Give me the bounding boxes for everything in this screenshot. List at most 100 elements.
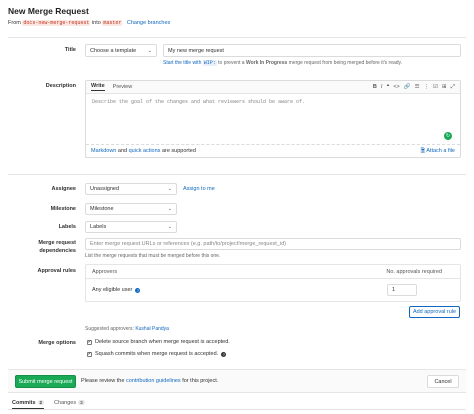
template-dropdown[interactable]: Choose a template ⌄ <box>85 44 157 57</box>
assignee-dropdown[interactable]: Unassigned ⌄ <box>85 183 177 195</box>
approval-rules-table: Approvers No. approvals required Any eli… <box>85 264 461 302</box>
formatting-toolbar: B I ❝ <> 🔗 ☰ ⋮ ☑ ⊞ ⤢ <box>369 84 455 91</box>
source-branch: docs-new-merge-request <box>22 20 91 26</box>
title-input[interactable]: My new merge request <box>163 44 461 57</box>
link-icon[interactable]: 🔗 <box>404 84 411 91</box>
task-list-icon[interactable]: ☑ <box>433 84 438 91</box>
suggested-approver-link[interactable]: Kushal Pandya <box>135 326 169 332</box>
footer-supported: are supported <box>161 148 196 154</box>
title-hint-mid: to prevent a <box>218 60 245 66</box>
tab-changes-label: Changes <box>54 400 77 406</box>
labels-dropdown[interactable]: Labels ⌄ <box>85 221 177 233</box>
tab-changes-count: 3 <box>78 400 85 405</box>
assignee-label: Assignee <box>51 186 76 192</box>
approvals-required-input[interactable]: 1 <box>387 284 417 296</box>
grammar-check-icon[interactable]: ↻ <box>444 132 452 140</box>
approval-table-header: Approvers No. approvals required <box>86 265 460 279</box>
milestone-value: Milestone <box>90 206 114 212</box>
dependencies-input[interactable]: Enter merge request URLs or references (… <box>85 238 461 250</box>
tab-preview[interactable]: Preview <box>113 84 133 90</box>
quote-icon[interactable]: ❝ <box>386 84 389 91</box>
table-icon[interactable]: ⊞ <box>442 84 447 91</box>
contribution-guidelines-link[interactable]: contribution guidelines <box>126 378 181 384</box>
template-dropdown-label: Choose a template <box>90 47 137 54</box>
merge-options-label: Merge options <box>38 340 76 346</box>
col-approvers: Approvers <box>92 268 118 275</box>
submit-merge-request-button[interactable]: Submit merge request <box>15 375 76 388</box>
chevron-down-icon: ⌄ <box>147 47 152 54</box>
labels-label: Labels <box>58 224 76 230</box>
dependencies-label-line1: Merge request <box>38 240 76 246</box>
checkbox-checked-icon[interactable]: ✔ <box>87 351 92 357</box>
bold-icon[interactable]: B <box>373 84 377 91</box>
dependencies-label-line2: dependencies <box>39 248 76 254</box>
squash-commits-label: Squash commits when merge request is acc… <box>95 351 219 357</box>
delete-branch-option[interactable]: ✔ Delete source branch when merge reques… <box>87 339 230 345</box>
numbered-list-icon[interactable]: ⋮ <box>424 84 430 91</box>
dependencies-hint: List the merge requests that must be mer… <box>85 253 221 259</box>
note-prefix: Please review the <box>81 378 125 384</box>
attach-file-button[interactable]: 🗎 Attach a file <box>421 147 455 156</box>
title-hint-bold: Work In Progress <box>245 60 288 66</box>
tab-commits[interactable]: Commits 2 <box>12 399 45 409</box>
title-hint-link[interactable]: Start the title with <box>163 60 201 66</box>
code-icon[interactable]: <> <box>393 84 399 91</box>
editor-toolbar: Write Preview B I ❝ <> 🔗 ☰ ⋮ ☑ ⊞ ⤢ <box>86 81 460 94</box>
branch-line: From docs-new-merge-request into master … <box>8 20 170 26</box>
header-divider <box>8 37 466 38</box>
editor-footer: Markdown and quick actions are supported… <box>86 144 460 157</box>
delete-branch-label: Delete source branch when merge request … <box>95 339 230 345</box>
change-branches-link[interactable]: Change branches <box>127 20 170 26</box>
title-label: Title <box>64 47 76 53</box>
title-hint: Start the title with WIP: to prevent a W… <box>163 60 402 66</box>
col-required: No. approvals required <box>386 268 442 275</box>
assign-to-me-link[interactable]: Assign to me <box>183 186 215 192</box>
attach-label: Attach a file <box>426 147 455 154</box>
help-icon[interactable]: ? <box>221 351 227 357</box>
note-suffix: for this project. <box>182 378 219 384</box>
tab-commits-count: 2 <box>37 399 45 405</box>
contribution-note: Please review the contribution guideline… <box>81 378 218 384</box>
section-divider <box>8 174 466 175</box>
description-editor: Write Preview B I ❝ <> 🔗 ☰ ⋮ ☑ ⊞ ⤢ Describe the g… <box>85 80 461 158</box>
suggested-approvers: Suggested approvers: Kushal Pandya <box>85 326 169 332</box>
milestone-label: Milestone <box>50 206 76 212</box>
from-prefix: From <box>8 20 21 26</box>
title-hint-end: merge request from being merged before i… <box>288 60 403 66</box>
help-icon[interactable]: ? <box>135 287 141 293</box>
labels-value: Labels <box>90 224 107 230</box>
markdown-note: Markdown and quick actions are supported <box>91 148 196 154</box>
suggested-prefix: Suggested approvers: <box>85 326 134 332</box>
approval-rules-label: Approval rules <box>37 268 76 274</box>
description-label: Description <box>45 83 76 89</box>
bullet-list-icon[interactable]: ☰ <box>415 84 420 91</box>
tab-commits-label: Commits <box>12 399 36 406</box>
page-title: New Merge Request <box>8 6 89 16</box>
approvals-required-value: 1 <box>392 287 396 293</box>
add-approval-rule-button[interactable]: Add approval rule <box>409 306 460 318</box>
chevron-down-icon: ⌄ <box>167 206 172 212</box>
quick-actions-link[interactable]: quick actions <box>129 148 161 154</box>
title-input-value: My new merge request <box>168 47 224 54</box>
tab-write[interactable]: Write <box>91 83 105 91</box>
approval-row: Any eligible user ? 1 <box>86 279 460 301</box>
cancel-button[interactable]: Cancel <box>427 375 459 388</box>
into-text: into <box>91 20 101 26</box>
assignee-value: Unassigned <box>90 186 120 192</box>
fullscreen-icon[interactable]: ⤢ <box>451 84 455 91</box>
squash-commits-option[interactable]: ✔ Squash commits when merge request is a… <box>87 351 227 357</box>
milestone-dropdown[interactable]: Milestone ⌄ <box>85 203 177 215</box>
target-branch: master <box>102 20 123 26</box>
markdown-link[interactable]: Markdown <box>91 148 116 154</box>
approval-row-name: Any eligible user <box>92 287 133 293</box>
wip-code: WIP: <box>202 60 217 66</box>
description-textarea[interactable]: Describe the goal of the changes and wha… <box>86 94 460 110</box>
italic-icon[interactable]: I <box>381 84 383 91</box>
footer-and: and <box>117 148 128 154</box>
bottom-tabs: Commits 2 Changes 3 <box>8 396 466 410</box>
checkbox-checked-icon[interactable]: ✔ <box>87 339 92 345</box>
tab-changes[interactable]: Changes 3 <box>54 400 85 408</box>
chevron-down-icon: ⌄ <box>167 224 172 230</box>
dependencies-placeholder: Enter merge request URLs or references (… <box>90 241 286 247</box>
chevron-down-icon: ⌄ <box>167 186 172 192</box>
